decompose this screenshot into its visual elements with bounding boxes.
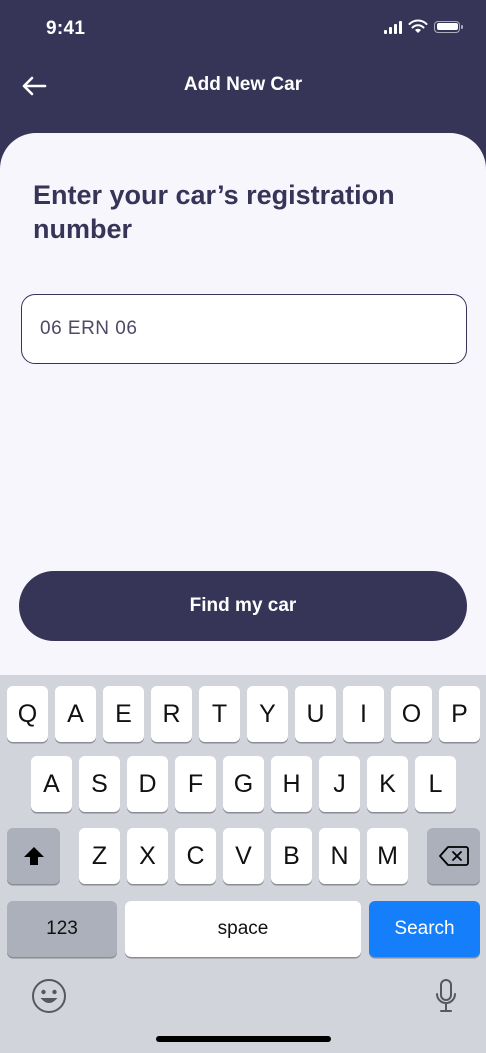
key-c[interactable]: C (175, 828, 216, 884)
key-i[interactable]: I (343, 686, 384, 742)
key-a[interactable]: A (31, 756, 72, 812)
key-j[interactable]: J (319, 756, 360, 812)
key-z[interactable]: Z (79, 828, 120, 884)
nav-bar: Add New Car (0, 60, 486, 112)
find-car-button[interactable]: Find my car (19, 571, 467, 641)
registration-input[interactable] (21, 294, 467, 364)
microphone-icon (436, 979, 456, 1012)
key-e[interactable]: E (103, 686, 144, 742)
key-a[interactable]: A (55, 686, 96, 742)
key-f[interactable]: F (175, 756, 216, 812)
home-indicator (156, 1036, 331, 1042)
search-key[interactable]: Search (369, 901, 480, 957)
key-g[interactable]: G (223, 756, 264, 812)
microphone-button[interactable] (432, 977, 460, 1015)
status-bar: 9:41 (0, 0, 486, 60)
emoji-button[interactable] (30, 977, 68, 1015)
delete-key[interactable] (427, 828, 480, 884)
key-h[interactable]: H (271, 756, 312, 812)
key-p[interactable]: P (439, 686, 480, 742)
wifi-icon (408, 19, 428, 33)
shift-icon (23, 847, 44, 865)
keyboard: Q A E R T Y U I O P A S D F G H J K L Z … (0, 675, 486, 1053)
key-v[interactable]: V (223, 828, 264, 884)
delete-icon (438, 846, 469, 866)
key-u[interactable]: U (295, 686, 336, 742)
key-t[interactable]: T (199, 686, 240, 742)
battery-icon (434, 20, 463, 33)
shift-key[interactable] (7, 828, 60, 884)
key-d[interactable]: D (127, 756, 168, 812)
signal-icon (384, 20, 402, 34)
key-n[interactable]: N (319, 828, 360, 884)
key-m[interactable]: M (367, 828, 408, 884)
page-title: Add New Car (183, 74, 303, 95)
key-y[interactable]: Y (247, 686, 288, 742)
key-s[interactable]: S (79, 756, 120, 812)
space-key[interactable]: space (125, 901, 361, 957)
form-heading: Enter your car’s registration number (33, 180, 395, 244)
key-k[interactable]: K (367, 756, 408, 812)
key-q[interactable]: Q (7, 686, 48, 742)
key-o[interactable]: O (391, 686, 432, 742)
numbers-key[interactable]: 123 (7, 901, 117, 957)
key-b[interactable]: B (271, 828, 312, 884)
key-x[interactable]: X (127, 828, 168, 884)
key-l[interactable]: L (415, 756, 456, 812)
emoji-icon (32, 979, 66, 1013)
status-time: 9:41 (46, 18, 86, 39)
status-icons (384, 19, 463, 34)
key-r[interactable]: R (151, 686, 192, 742)
